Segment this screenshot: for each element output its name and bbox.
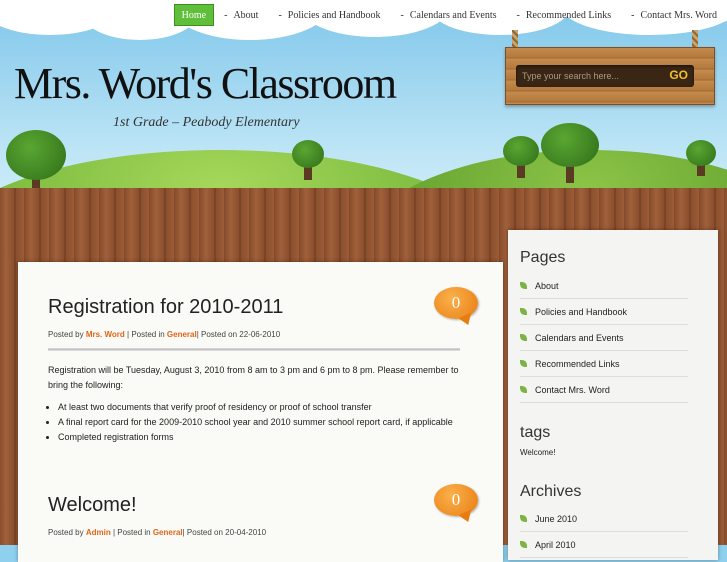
category-link[interactable]: General [167,330,197,339]
sidebar-item-links[interactable]: Recommended Links [520,351,688,377]
nav-item-label: Recommended Links [525,9,612,21]
archives-heading: Archives [520,483,582,500]
post-meta: Posted by Admin | Posted in General| Pos… [48,528,478,537]
nav-item-links[interactable]: - Recommended Links [507,4,622,26]
meta-label: | Posted in [112,528,151,537]
site-title[interactable]: Mrs. Word's Classroom [14,58,397,109]
nav-item-home[interactable]: Home [173,4,215,26]
tag-link[interactable]: Welcome! [520,448,555,457]
search-box: GO [516,65,694,87]
nav-item-label: Home [181,9,207,21]
nav-separator: - [400,9,404,21]
post-meta: Posted by Mrs. Word | Posted in General|… [48,330,478,339]
author-link[interactable]: Mrs. Word [86,330,125,339]
site-subtitle: 1st Grade – Peabody Elementary [113,115,300,130]
sidebar-item-policies[interactable]: Policies and Handbook [520,299,688,325]
nav-separator: - [278,9,282,21]
sidebar-item-contact[interactable]: Contact Mrs. Word [520,377,688,403]
search-sign: GO [505,47,715,105]
sidebar-item-label: Contact Mrs. Word [535,384,610,395]
tree [686,140,716,176]
pages-heading: Pages [520,249,566,266]
nav-separator: - [516,9,520,21]
nav-item-calendars[interactable]: - Calendars and Events [391,4,507,26]
pages-list: About Policies and Handbook Calendars an… [520,273,688,403]
sidebar-item-archive[interactable]: June 2010 [520,506,688,532]
sidebar-item-label: About [535,280,559,291]
tree [541,123,599,183]
post-paragraph: Registration will be Tuesday, August 3, … [48,365,459,390]
nav-item-label: Calendars and Events [409,9,497,21]
sidebar-item-about[interactable]: About [520,273,688,299]
category-link[interactable]: General [153,528,183,537]
meta-label: Posted by [48,330,84,339]
top-navigation: Home - About - Policies and Handbook - Cale… [173,4,727,26]
archives-list: June 2010 April 2010 [520,506,688,558]
tree [503,136,539,178]
sidebar: Pages About Policies and Handbook Calend… [508,230,718,560]
post: Registration for 2010-2011 Posted by Mrs… [48,296,478,445]
post-body: Registration will be Tuesday, August 3, … [48,363,478,445]
post-title[interactable]: Registration for 2010-2011 [48,296,478,319]
leaf-icon [520,360,527,367]
leaf-icon [520,334,527,341]
nav-item-policies[interactable]: - Policies and Handbook [268,4,390,26]
author-link[interactable]: Admin [86,528,111,537]
leaf-icon [520,308,527,315]
nav-item-label: Policies and Handbook [287,9,381,21]
sidebar-item-label: Recommended Links [535,358,620,369]
sidebar-item-archive[interactable]: April 2010 [520,532,688,558]
search-go-button[interactable]: GO [669,68,688,82]
comment-count-bubble[interactable]: 0 [434,287,478,319]
nav-item-about[interactable]: - About [214,4,268,26]
post-date: | Posted on 20-04-2010 [182,528,267,537]
main-content: Registration for 2010-2011 Posted by Mrs… [18,262,503,562]
list-item: A final report card for the 2009-2010 sc… [58,415,478,430]
tags-heading: tags [520,424,551,441]
post-date: | Posted on 22-06-2010 [196,330,281,339]
tree [292,140,324,180]
leaf-icon [520,515,527,522]
nav-item-label: About [233,9,259,21]
sidebar-item-label: Policies and Handbook [535,306,628,317]
nav-item-contact[interactable]: - Contact Mrs. Word [621,4,727,26]
sidebar-item-label: Calendars and Events [535,332,624,343]
comment-count-bubble[interactable]: 0 [434,484,478,516]
nav-separator: - [631,9,635,21]
sidebar-item-label: June 2010 [535,513,578,524]
leaf-icon [520,386,527,393]
bullet-list: At least two documents that verify proof… [48,400,478,445]
list-item: Completed registration forms [58,430,478,445]
post-divider [48,348,460,351]
meta-label: | Posted in [127,330,165,339]
nav-separator: - [224,9,228,21]
post-title[interactable]: Welcome! [48,494,478,517]
search-input[interactable] [516,65,667,87]
leaf-icon [520,282,527,289]
sidebar-item-calendars[interactable]: Calendars and Events [520,325,688,351]
nav-item-label: Contact Mrs. Word [640,9,717,21]
meta-label: Posted by [48,528,84,537]
post: Welcome! Posted by Admin | Posted in Gen… [48,494,478,537]
list-item: At least two documents that verify proof… [58,400,478,415]
